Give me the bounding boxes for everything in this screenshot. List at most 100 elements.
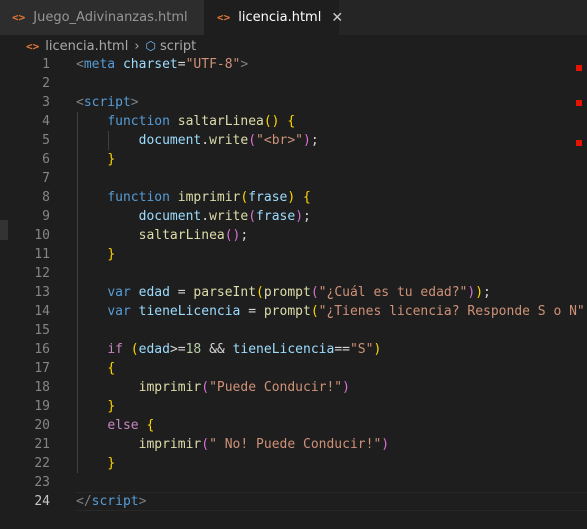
code-line[interactable]: 9 document.write(frase); xyxy=(0,207,587,226)
code-token: ) xyxy=(295,209,304,224)
code-line[interactable]: 10 saltarLinea(); xyxy=(0,226,587,245)
code-token: document xyxy=(138,209,202,224)
tab-licencia[interactable]: <> licencia.html ✕ xyxy=(205,0,343,35)
code-token: > xyxy=(138,494,147,509)
code-token: ( xyxy=(310,285,319,300)
code-token: charset xyxy=(122,57,178,72)
code-token: meta xyxy=(83,57,116,72)
code-token: saltarLinea xyxy=(138,228,225,243)
code-line[interactable]: 6 } xyxy=(0,150,587,169)
close-icon[interactable]: ✕ xyxy=(331,10,343,26)
code-line[interactable]: 15 xyxy=(0,321,587,340)
code-text: var edad = parseInt(prompt("¿Cuál es tu … xyxy=(76,283,491,302)
code-token: . xyxy=(201,133,210,148)
code-token: ( xyxy=(310,304,319,319)
line-number: 4 xyxy=(42,114,50,129)
code-text: document.write(frase); xyxy=(76,207,311,226)
line-number: 16 xyxy=(34,342,50,357)
code-line[interactable]: 11 } xyxy=(0,245,587,264)
code-token: "UTF-8" xyxy=(185,57,241,72)
code-text: imprimir("Puede Conducir!") xyxy=(76,378,350,397)
code-token: saltarLinea xyxy=(177,114,264,129)
code-token: ( xyxy=(130,342,139,357)
line-number: 13 xyxy=(34,285,50,300)
code-line[interactable]: 7 xyxy=(0,169,587,188)
code-token: ) xyxy=(475,285,484,300)
code-line[interactable]: 12 xyxy=(0,264,587,283)
code-token: == xyxy=(334,342,350,357)
code-text: saltarLinea(); xyxy=(76,226,249,245)
code-line[interactable]: 22 } xyxy=(0,454,587,473)
code-editor[interactable]: 1 <meta charset="UTF-8"> 2 3 <script> 4 funct… xyxy=(0,55,587,529)
line-number: 19 xyxy=(34,399,50,414)
code-token: script xyxy=(91,494,139,509)
code-token: function xyxy=(107,190,170,205)
line-number: 9 xyxy=(42,209,50,224)
code-token: < xyxy=(76,95,84,110)
code-token: ) xyxy=(342,380,350,395)
breadcrumb-symbol[interactable]: script xyxy=(160,39,196,54)
code-text: else { xyxy=(76,416,154,435)
code-token: </ xyxy=(76,494,92,509)
code-token: frase xyxy=(256,209,296,224)
code-token: function xyxy=(107,114,170,129)
code-line[interactable]: 24 </script> xyxy=(0,492,587,511)
code-token: else xyxy=(107,418,139,433)
code-line[interactable]: 19 } xyxy=(0,397,587,416)
code-line[interactable]: 17 { xyxy=(0,359,587,378)
tab-bar: <> Juego_Adivinanzas.html <> licencia.ht… xyxy=(0,0,587,35)
code-line[interactable]: 4 function saltarLinea() { xyxy=(0,112,587,131)
code-line[interactable]: 2 xyxy=(0,74,587,93)
code-text: imprimir(" No! Puede Conducir!") xyxy=(76,435,389,454)
code-token: ( xyxy=(256,285,264,300)
chevron-right-icon: › xyxy=(134,38,140,54)
code-line[interactable]: 16 if (edad>=18 && tieneLicencia=="S") xyxy=(0,340,587,359)
code-text: { xyxy=(76,359,115,378)
code-token: ; xyxy=(240,228,249,243)
code-line[interactable]: 21 imprimir(" No! Puede Conducir!") xyxy=(0,435,587,454)
code-token: < xyxy=(76,57,84,72)
code-line[interactable]: 5 document.write("<br>"); xyxy=(0,131,587,150)
code-token: ; xyxy=(483,285,491,300)
code-token: = xyxy=(169,285,194,300)
breadcrumb-file[interactable]: licencia.html xyxy=(45,39,128,54)
line-number: 10 xyxy=(34,228,50,243)
code-line[interactable]: 23 xyxy=(0,473,587,492)
code-token: } xyxy=(107,152,116,167)
code-token: () xyxy=(224,228,241,243)
code-line[interactable]: 18 imprimir("Puede Conducir!") xyxy=(0,378,587,397)
code-token: write xyxy=(209,133,249,148)
code-token: ) xyxy=(287,190,296,205)
line-number: 17 xyxy=(34,361,50,376)
tab-label: Juego_Adivinanzas.html xyxy=(33,10,188,25)
code-line[interactable]: 1 <meta charset="UTF-8"> xyxy=(0,55,587,74)
line-number: 5 xyxy=(42,133,50,148)
line-number: 14 xyxy=(34,304,50,319)
code-line[interactable]: 3 <script> xyxy=(0,93,587,112)
code-line[interactable]: 20 else { xyxy=(0,416,587,435)
code-line[interactable]: 8 function imprimir(frase) { xyxy=(0,188,587,207)
line-number: 23 xyxy=(34,475,50,490)
html-file-icon: <> xyxy=(12,11,26,24)
code-token: } xyxy=(107,456,116,471)
line-number: 2 xyxy=(42,76,50,91)
code-token: imprimir xyxy=(177,190,241,205)
code-line[interactable]: 13 var edad = parseInt(prompt("¿Cuál es … xyxy=(0,283,587,302)
code-text: <meta charset="UTF-8"> xyxy=(76,55,248,74)
code-line[interactable]: 14 var tieneLicencia = prompt("¿Tienes l… xyxy=(0,302,587,321)
code-token: > xyxy=(130,95,139,110)
tab-juego-adivinanzas[interactable]: <> Juego_Adivinanzas.html xyxy=(0,0,205,35)
code-token: . xyxy=(201,209,210,224)
